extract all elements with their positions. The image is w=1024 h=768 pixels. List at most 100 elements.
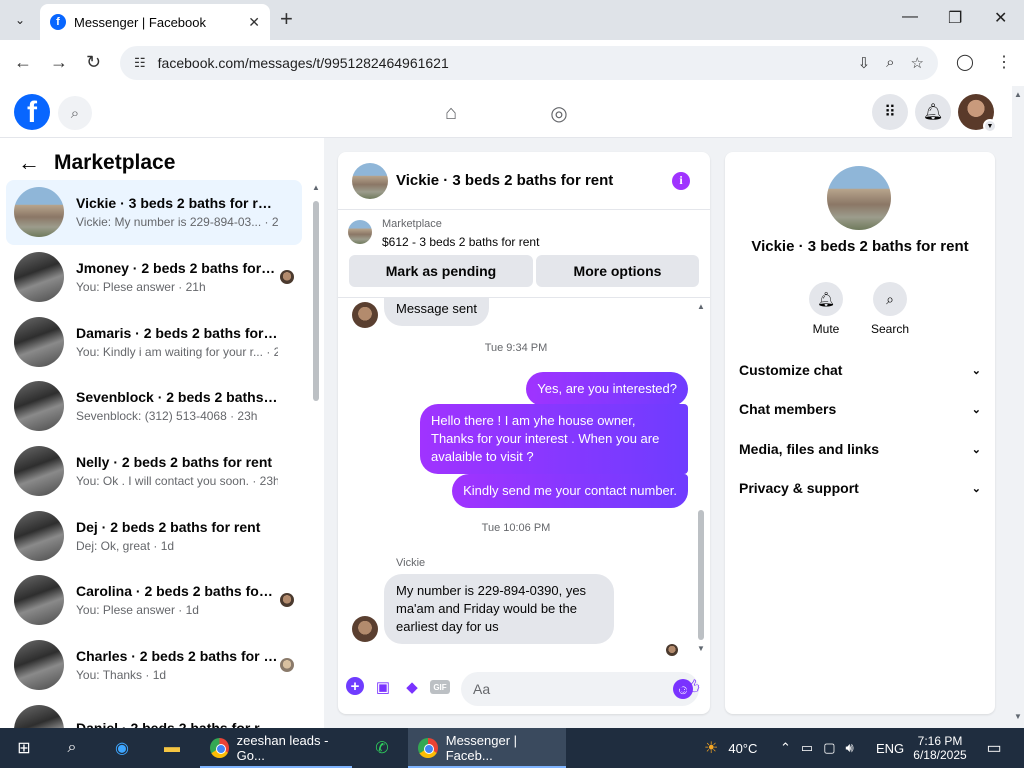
section-chat-members[interactable]: Chat members ⌄ — [739, 401, 981, 417]
groups-icon[interactable]: ◎ — [544, 98, 574, 128]
conversation-info-panel: Vickie · 3 beds 2 baths for rent 🔔︎ Mute… — [725, 152, 995, 714]
whatsapp-icon[interactable]: ✆ — [370, 736, 394, 760]
tab-search-dropdown-icon[interactable]: ⌄ — [6, 6, 34, 34]
facebook-logo-icon[interactable]: f — [14, 94, 50, 130]
conversation-name: Sevenblock · 2 beds 2 baths for ... — [76, 389, 278, 406]
avatar — [14, 575, 64, 626]
back-arrow-icon[interactable]: ← — [18, 150, 40, 176]
chat-panel: Vickie · 3 beds 2 baths for rent i Marke… — [338, 152, 710, 714]
clock[interactable]: 7:16 PM 6/18/2025 — [910, 728, 970, 768]
section-customize-chat[interactable]: Customize chat ⌄ — [739, 362, 981, 378]
scrollbar-thumb[interactable] — [698, 510, 704, 640]
language-indicator[interactable]: ENG — [876, 728, 904, 768]
weather-widget[interactable]: ☀ 40°C — [704, 728, 757, 768]
account-avatar[interactable]: ▼ — [958, 94, 997, 133]
sticker-icon[interactable]: ◆ — [402, 677, 422, 697]
conversation-item[interactable]: Dej · 2 beds 2 baths for rent Dej: Ok, g… — [6, 503, 302, 568]
message-bubble-sent: Yes, are you interested? — [526, 372, 688, 406]
avatar — [14, 510, 64, 561]
file-explorer-icon[interactable]: ▬ — [160, 736, 184, 760]
page-scrollbar[interactable]: ▲ ▼ — [1012, 86, 1024, 728]
search-icon: ⌕ — [873, 282, 907, 316]
browser-menu-icon[interactable]: ⋮ — [996, 52, 1012, 72]
facebook-header: f ⌕ ⌂ ◎ ⠿ 🔔︎ ▼ — [0, 86, 1012, 138]
browser-tab[interactable]: f Messenger | Facebook ✕ — [40, 4, 270, 40]
mute-button[interactable]: 🔔︎ Mute — [796, 282, 856, 336]
search-button[interactable]: ⌕ Search — [860, 282, 920, 336]
scroll-up-icon[interactable]: ▲ — [697, 302, 705, 311]
search-icon[interactable]: ⌕ — [58, 96, 92, 130]
plus-icon[interactable]: + — [346, 677, 364, 695]
site-info-icon[interactable]: ☷ — [134, 55, 146, 71]
bookmark-star-icon[interactable]: ☆ — [911, 54, 924, 72]
conversation-name: Vickie · 3 beds 2 baths for rent — [76, 195, 278, 212]
zoom-icon[interactable]: ⌕ — [886, 54, 894, 72]
install-app-icon[interactable]: ⇩ — [858, 54, 871, 72]
conversation-name: Nelly · 2 beds 2 baths for rent — [76, 454, 273, 471]
search-label: Search — [870, 322, 910, 336]
gif-icon[interactable]: GIF — [430, 680, 450, 694]
chat-title[interactable]: Vickie · 3 beds 2 baths for rent — [396, 172, 672, 189]
maximize-icon[interactable]: ❐ — [948, 8, 962, 28]
conversation-list-panel: ← Marketplace Vickie · 3 beds 2 baths fo… — [0, 138, 324, 728]
conversation-item[interactable]: Charles · 2 beds 2 baths for re... You: … — [6, 633, 302, 698]
chat-header: Vickie · 3 beds 2 baths for rent i — [338, 152, 710, 210]
scroll-down-icon[interactable]: ▼ — [697, 644, 705, 653]
chevron-up-icon[interactable]: ⌃ — [780, 740, 791, 756]
forward-icon[interactable]: → — [50, 52, 68, 73]
taskbar-app-chrome-leads[interactable]: zeeshan leads - Go... — [200, 728, 352, 768]
conversation-item[interactable]: Daniel · 2 beds 2 baths for rent — [6, 698, 302, 728]
menu-grid-icon[interactable]: ⠿ — [872, 94, 908, 130]
photo-icon[interactable]: ▣ — [373, 677, 393, 697]
profile-icon[interactable]: ◯ — [956, 52, 974, 72]
listing-title[interactable]: $612 - 3 beds 2 baths for rent — [382, 235, 539, 249]
avatar[interactable] — [352, 162, 388, 199]
chrome-icon — [418, 738, 438, 758]
minimize-icon[interactable]: — — [902, 8, 918, 26]
back-icon[interactable]: ← — [14, 52, 32, 73]
close-window-icon[interactable]: ✕ — [994, 8, 1007, 28]
more-options-button[interactable]: More options — [536, 255, 699, 287]
search-icon[interactable]: ⌕ — [60, 736, 84, 760]
section-media-files-links[interactable]: Media, files and links ⌄ — [739, 441, 981, 457]
url-text[interactable]: facebook.com/messages/t/9951282464961621 — [158, 55, 858, 71]
avatar[interactable] — [827, 166, 891, 230]
windows-start-icon[interactable]: ⊞ — [12, 736, 36, 760]
conversation-item[interactable]: Damaris · 2 beds 2 baths for rent You: K… — [6, 309, 302, 374]
edge-browser-icon[interactable]: ◉ — [110, 736, 134, 760]
list-scrollbar[interactable]: ▲ ▼ — [312, 183, 320, 728]
avatar — [14, 640, 64, 691]
conversation-item[interactable]: Carolina · 2 beds 2 baths for r... You: … — [6, 568, 302, 633]
conversation-name: Dej · 2 beds 2 baths for rent — [76, 518, 261, 535]
system-tray: ⌃ ▭ ▢ 🔊︎ — [780, 728, 854, 768]
conversation-item[interactable]: Sevenblock · 2 beds 2 baths for ... Seve… — [6, 374, 302, 439]
info-icon[interactable]: i — [672, 171, 690, 190]
volume-icon[interactable]: 🔊︎ — [846, 740, 854, 756]
reload-icon[interactable]: ↻ — [86, 52, 101, 73]
mark-as-pending-button[interactable]: Mark as pending — [349, 255, 533, 287]
display-icon[interactable]: ▢ — [823, 740, 835, 756]
close-tab-icon[interactable]: ✕ — [248, 14, 260, 31]
section-privacy-support[interactable]: Privacy & support ⌄ — [739, 480, 981, 496]
like-thumb-icon[interactable]: 👍︎ — [679, 676, 700, 700]
omnibox[interactable]: ☷ facebook.com/messages/t/99512824649616… — [120, 46, 938, 80]
avatar — [352, 616, 378, 642]
scroll-up-icon[interactable]: ▲ — [312, 183, 320, 192]
new-tab-icon[interactable]: + — [280, 8, 293, 30]
taskbar-app-messenger[interactable]: Messenger | Faceb... — [408, 728, 566, 768]
network-icon[interactable]: ▭ — [801, 740, 813, 756]
scroll-down-icon[interactable]: ▼ — [1014, 712, 1022, 721]
notifications-bell-icon[interactable]: 🔔︎ — [915, 94, 951, 130]
scrollbar-thumb[interactable] — [313, 201, 319, 401]
message-input[interactable]: Aa ☺ — [461, 672, 699, 706]
scroll-up-icon[interactable]: ▲ — [1014, 90, 1022, 99]
notification-center-icon[interactable]: ▭ — [982, 736, 1006, 760]
seen-avatar — [280, 657, 294, 672]
home-icon[interactable]: ⌂ — [436, 98, 466, 128]
listing-thumbnail[interactable] — [348, 220, 372, 244]
conversation-item[interactable]: Vickie · 3 beds 2 baths for rent Vickie:… — [6, 180, 302, 245]
chat-scrollbar[interactable]: ▲ ▼ — [696, 302, 706, 654]
windows-taskbar: ⊞ ⌕ ◉ ▬ zeeshan leads - Go... ✆ Messenge… — [0, 728, 1024, 768]
conversation-item[interactable]: Nelly · 2 beds 2 baths for rent You: Ok … — [6, 439, 302, 504]
conversation-item[interactable]: Jmoney · 2 beds 2 baths for r... You: Pl… — [6, 245, 302, 310]
